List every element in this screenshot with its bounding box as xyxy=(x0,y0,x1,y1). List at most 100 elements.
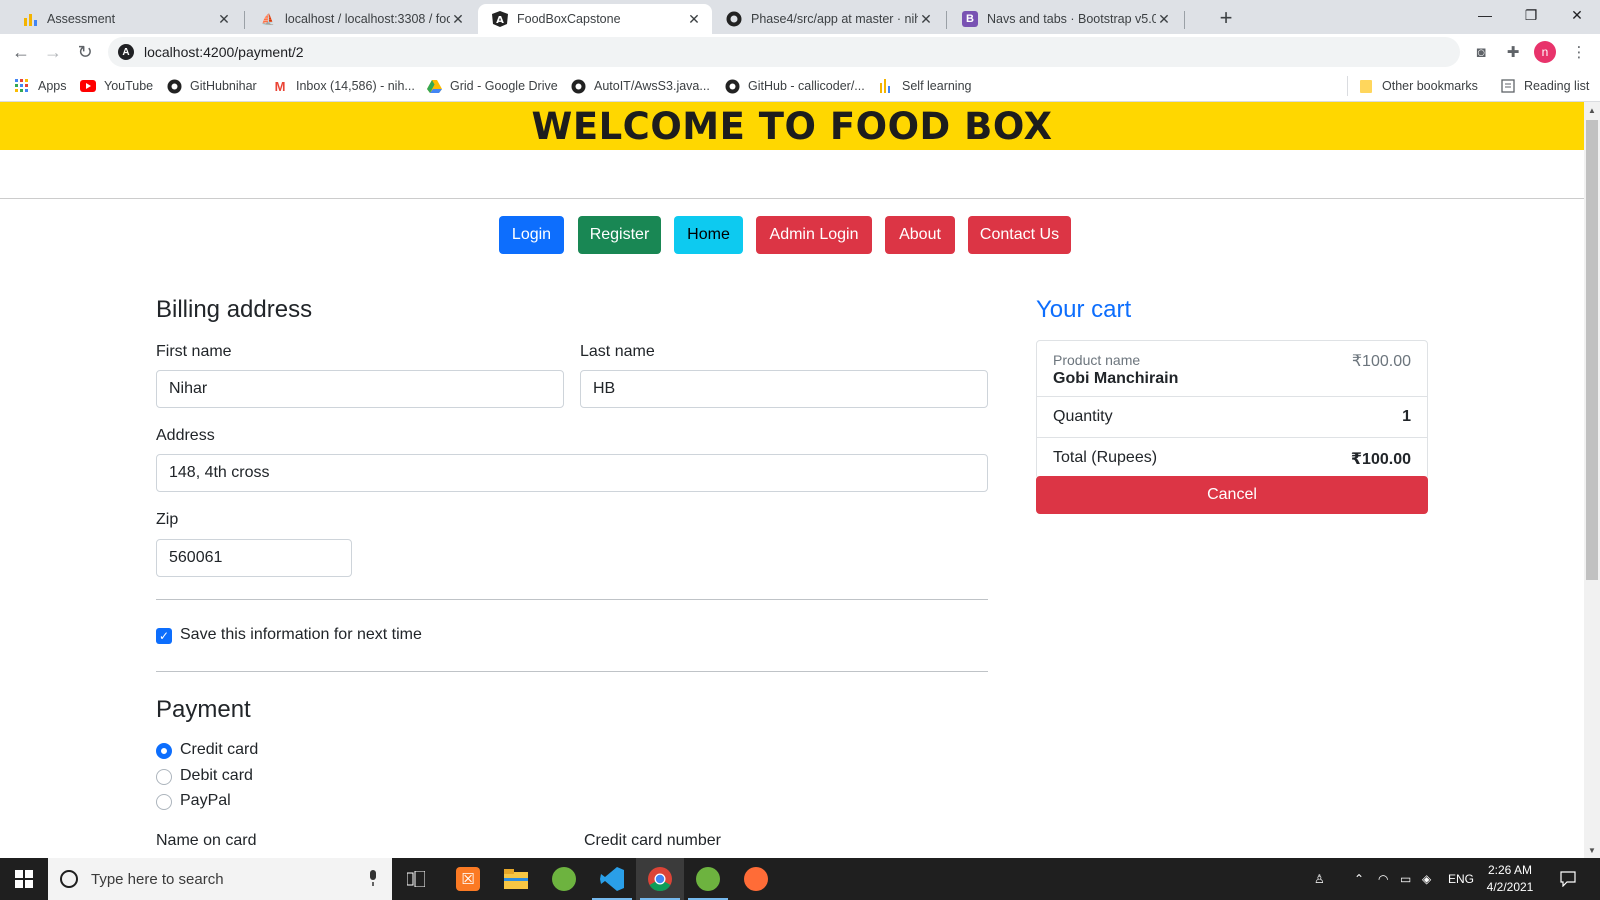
spring-tools-icon[interactable] xyxy=(540,858,588,900)
taskbar-search[interactable]: Type here to search xyxy=(48,858,392,900)
angular-icon: A xyxy=(492,11,508,27)
clock-date: 4/2/2021 xyxy=(1486,880,1534,894)
menu-icon[interactable]: ⋮ xyxy=(1568,41,1590,63)
quantity-label: Quantity xyxy=(1053,408,1113,425)
vscode-icon[interactable] xyxy=(588,858,636,900)
notifications-icon[interactable] xyxy=(1560,858,1576,900)
chart-icon xyxy=(22,11,38,27)
spring-tools-icon[interactable] xyxy=(684,858,732,900)
close-window-button[interactable]: ✕ xyxy=(1554,0,1600,30)
bookmark-self-learning[interactable]: Self learning xyxy=(878,76,972,96)
restore-button[interactable]: ❐ xyxy=(1508,0,1554,30)
close-icon[interactable]: ✕ xyxy=(216,11,232,28)
minimize-button[interactable]: — xyxy=(1462,0,1508,30)
first-name-field[interactable]: Nihar xyxy=(156,370,564,408)
browser-toolbar: ← → ↻ A localhost:4200/payment/2 ◙ ✚ n ⋮ xyxy=(0,34,1600,70)
product-price: ₹100.00 xyxy=(1351,353,1411,370)
reload-icon[interactable]: ↻ xyxy=(73,40,97,64)
chart-icon xyxy=(878,78,894,94)
bookmarks-bar: Apps YouTube GitHubnihar M Inbox (14,586… xyxy=(0,70,1600,102)
microphone-icon[interactable] xyxy=(368,870,378,890)
bookmark-label: GitHub - callicoder/... xyxy=(748,79,865,93)
bookmarks-divider xyxy=(1347,76,1348,96)
tab-assessment[interactable]: Assessment ✕ xyxy=(8,4,242,34)
about-button[interactable]: About xyxy=(885,216,955,254)
close-icon[interactable]: ✕ xyxy=(450,11,466,28)
paypal-radio[interactable] xyxy=(156,794,172,810)
credit-card-radio[interactable] xyxy=(156,743,172,759)
login-button[interactable]: Login xyxy=(499,216,564,254)
bookmark-label: Other bookmarks xyxy=(1382,79,1478,93)
payment-heading: Payment xyxy=(156,696,251,723)
scroll-up-icon[interactable]: ▲ xyxy=(1584,102,1600,118)
chrome-icon[interactable] xyxy=(636,858,684,900)
github-icon xyxy=(724,78,740,94)
bookmark-inbox[interactable]: M Inbox (14,586) - nih... xyxy=(272,76,415,96)
svg-text:A: A xyxy=(496,15,504,26)
postman-icon[interactable] xyxy=(732,858,780,900)
reading-list-icon xyxy=(1500,78,1516,94)
wifi-icon[interactable]: ◠ xyxy=(1378,858,1388,900)
back-icon[interactable]: ← xyxy=(9,40,33,64)
bookmark-other[interactable]: Other bookmarks xyxy=(1358,76,1478,96)
address-label: Address xyxy=(156,427,215,444)
page-title: WELCOME TO FOOD BOX xyxy=(531,104,1053,148)
divider xyxy=(0,198,1584,199)
angular-icon: A xyxy=(118,44,134,60)
bootstrap-icon: B xyxy=(962,11,978,27)
bookmark-autoit[interactable]: AutoIT/AwsS3.java... xyxy=(570,76,710,96)
cart-list: Product name Gobi Manchirain ₹100.00 Qua… xyxy=(1036,340,1428,479)
tab-bootstrap[interactable]: B Navs and tabs · Bootstrap v5.0 ✕ xyxy=(948,4,1182,34)
zip-field[interactable]: 560061 xyxy=(156,539,352,577)
save-info-checkbox[interactable]: ✓ xyxy=(156,628,172,644)
avatar[interactable]: n xyxy=(1534,41,1556,63)
total-value: ₹100.00 xyxy=(1350,451,1411,468)
new-tab-button[interactable]: + xyxy=(1212,5,1240,31)
gmail-icon: M xyxy=(274,78,286,94)
close-icon[interactable]: ✕ xyxy=(686,11,702,28)
people-icon[interactable]: ♙ xyxy=(1314,858,1325,900)
dropbox-icon[interactable]: ◈ xyxy=(1422,858,1431,900)
quantity-value: 1 xyxy=(1402,408,1411,425)
url-text: localhost:4200/payment/2 xyxy=(144,44,304,60)
close-icon[interactable]: ✕ xyxy=(1156,11,1172,28)
xampp-icon[interactable]: ☒ xyxy=(444,858,492,900)
forward-icon[interactable]: → xyxy=(41,40,65,64)
contact-us-button[interactable]: Contact Us xyxy=(968,216,1071,254)
chevron-up-icon[interactable]: ⌃ xyxy=(1354,858,1364,900)
page-scrollbar[interactable]: ▲ ▼ xyxy=(1584,102,1600,858)
address-field[interactable]: 148, 4th cross xyxy=(156,454,988,492)
bookmark-callicoder[interactable]: GitHub - callicoder/... xyxy=(724,76,865,96)
windows-start-icon[interactable] xyxy=(0,858,48,900)
address-bar[interactable]: A localhost:4200/payment/2 xyxy=(108,37,1460,67)
bookmark-githubnihar[interactable]: GitHubnihar xyxy=(166,76,257,96)
tab-phpmyadmin[interactable]: ⛵ localhost / localhost:3308 / foodbox ✕ xyxy=(246,4,476,34)
last-name-field[interactable]: HB xyxy=(580,370,988,408)
home-button[interactable]: Home xyxy=(674,216,743,254)
file-explorer-icon[interactable] xyxy=(492,858,540,900)
bookmark-label: Apps xyxy=(38,79,67,93)
github-icon xyxy=(166,78,182,94)
github-icon xyxy=(570,78,586,94)
register-button[interactable]: Register xyxy=(578,216,661,254)
reading-list[interactable]: Reading list xyxy=(1500,76,1589,96)
bookmark-youtube[interactable]: YouTube xyxy=(80,76,153,96)
clock[interactable]: 2:26 AM 4/2/2021 xyxy=(1470,862,1550,896)
bookmark-apps[interactable]: Apps xyxy=(14,76,67,96)
battery-icon[interactable]: ▭ xyxy=(1400,858,1411,900)
browser-tab-strip: Assessment ✕ ⛵ localhost / localhost:330… xyxy=(0,0,1600,34)
extensions-icon[interactable]: ✚ xyxy=(1502,41,1524,63)
debit-card-radio[interactable] xyxy=(156,769,172,785)
tab-github-phase4[interactable]: Phase4/src/app at master · niharhb ✕ xyxy=(712,4,944,34)
scrollbar-thumb[interactable] xyxy=(1586,120,1598,580)
task-view-icon[interactable] xyxy=(392,858,440,900)
close-icon[interactable]: ✕ xyxy=(918,11,934,28)
tab-foodboxcapstone[interactable]: A FoodBoxCapstone ✕ xyxy=(478,4,712,34)
bookmark-google-drive[interactable]: Grid - Google Drive xyxy=(426,76,558,96)
cancel-button[interactable]: Cancel xyxy=(1036,476,1428,514)
bookmark-label: Inbox (14,586) - nih... xyxy=(296,79,415,93)
billing-heading: Billing address xyxy=(156,296,313,323)
camera-icon[interactable]: ◙ xyxy=(1470,41,1492,63)
scroll-down-icon[interactable]: ▼ xyxy=(1584,842,1600,858)
admin-login-button[interactable]: Admin Login xyxy=(756,216,872,254)
